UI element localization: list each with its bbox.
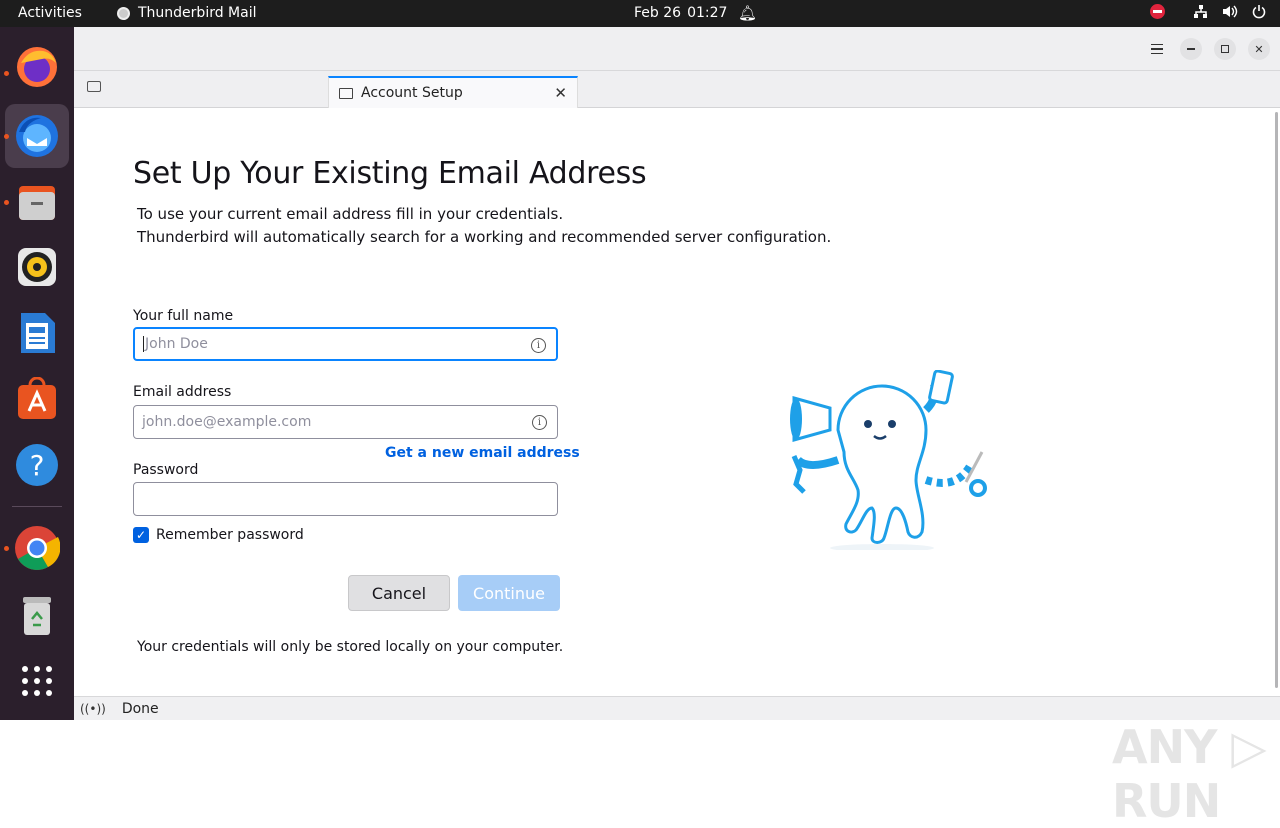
svg-text:?: ?: [30, 449, 45, 482]
restore-icon: [1221, 45, 1229, 53]
account-setup-page: Set Up Your Existing Email Address To us…: [74, 108, 1280, 828]
trash-launcher[interactable]: [13, 591, 61, 639]
tab-label: Account Setup: [361, 85, 463, 101]
email-placeholder: john.doe@example.com: [142, 414, 312, 430]
thunderbird-window: ✕ Account Setup ✕ Set Up Your Existing E…: [74, 27, 1280, 828]
do-not-disturb-icon[interactable]: [1150, 4, 1165, 19]
tab-close-icon[interactable]: ✕: [554, 84, 567, 102]
text-cursor: [143, 336, 144, 352]
chrome-icon: [15, 526, 60, 570]
close-icon: ✕: [1254, 42, 1264, 56]
rhythmbox-icon: [18, 248, 56, 286]
bell-icon[interactable]: 🔔︎: [738, 4, 757, 22]
app-center-launcher[interactable]: [13, 375, 61, 423]
folder-icon[interactable]: [87, 81, 101, 92]
cancel-button[interactable]: Cancel: [348, 575, 450, 611]
running-indicator: [4, 134, 9, 139]
system-tray[interactable]: [1150, 4, 1266, 19]
info-icon[interactable]: i: [532, 415, 547, 430]
app-center-icon: [18, 377, 56, 419]
credentials-note: Your credentials will only be stored loc…: [137, 639, 564, 655]
email-input[interactable]: john.doe@example.com i: [133, 405, 558, 439]
hamburger-menu-icon[interactable]: [1146, 38, 1168, 60]
clock[interactable]: Feb 26 01:27: [634, 5, 727, 21]
info-icon[interactable]: i: [531, 338, 546, 353]
octopus-illustration: [790, 370, 987, 550]
minimize-icon: [1187, 48, 1195, 50]
activities-button[interactable]: Activities: [18, 5, 82, 21]
restore-button[interactable]: [1214, 38, 1236, 60]
thunderbird-small-icon: [117, 6, 130, 20]
dock-separator: [12, 506, 62, 507]
files-icon: [19, 186, 55, 220]
checkmark-icon: ✓: [133, 527, 149, 543]
anyrun-watermark: ANY ▷ RUN: [1112, 720, 1267, 828]
trash-icon: [23, 597, 51, 635]
remember-password-label: Remember password: [156, 527, 304, 543]
online-status-icon[interactable]: ((•)): [80, 702, 106, 716]
show-apps-button[interactable]: [13, 657, 61, 705]
running-indicator: [4, 71, 9, 76]
tab-bar: Account Setup ✕: [74, 71, 1280, 108]
writer-icon: [21, 313, 55, 353]
running-indicator: [4, 546, 9, 551]
envelope-icon: [339, 87, 353, 99]
top-bar: Activities Thunderbird Mail Feb 26 01:27…: [0, 0, 1280, 27]
close-window-button[interactable]: ✕: [1248, 38, 1270, 60]
status-bar: ((•)) Done: [74, 696, 1280, 720]
app-menu[interactable]: Thunderbird Mail: [117, 5, 257, 21]
network-icon: [1194, 5, 1207, 18]
full-name-placeholder: John Doe: [145, 336, 208, 352]
writer-launcher[interactable]: [13, 309, 61, 357]
running-indicator: [4, 200, 9, 205]
status-text: Done: [121, 700, 159, 717]
description-line-1: To use your current email address fill i…: [137, 205, 564, 223]
power-icon: [1252, 5, 1266, 19]
thunderbird-icon: [16, 115, 58, 157]
rhythmbox-launcher[interactable]: [13, 243, 61, 291]
firefox-icon: [17, 47, 57, 87]
remember-password-checkbox[interactable]: ✓ Remember password: [133, 527, 304, 543]
show-apps-icon: [22, 666, 52, 696]
app-name: Thunderbird Mail: [138, 5, 257, 21]
clock-time: 01:27: [687, 5, 728, 21]
window-controls: ✕: [1146, 38, 1270, 60]
password-input[interactable]: [133, 482, 558, 516]
full-name-label: Your full name: [133, 308, 234, 324]
thunderbird-launcher[interactable]: [5, 104, 69, 168]
files-launcher[interactable]: [13, 178, 61, 226]
help-icon: ?: [16, 444, 58, 486]
page-title: Set Up Your Existing Email Address: [133, 156, 647, 191]
tab-account-setup[interactable]: Account Setup ✕: [328, 76, 578, 108]
full-name-input[interactable]: John Doe i: [133, 327, 558, 361]
minimize-button[interactable]: [1180, 38, 1202, 60]
get-new-email-link[interactable]: Get a new email address: [385, 445, 580, 461]
password-label: Password: [133, 462, 199, 478]
volume-icon: [1223, 5, 1238, 18]
email-label: Email address: [133, 384, 232, 400]
title-bar[interactable]: ✕: [74, 27, 1280, 71]
continue-button[interactable]: Continue: [458, 575, 560, 611]
chrome-launcher[interactable]: [13, 524, 61, 572]
clock-date: Feb 26: [634, 5, 682, 21]
description-line-2: Thunderbird will automatically search fo…: [137, 228, 832, 246]
dock: ?: [0, 27, 74, 720]
firefox-launcher[interactable]: [13, 43, 61, 91]
help-launcher[interactable]: ?: [13, 441, 61, 489]
scrollbar[interactable]: [1275, 112, 1278, 688]
